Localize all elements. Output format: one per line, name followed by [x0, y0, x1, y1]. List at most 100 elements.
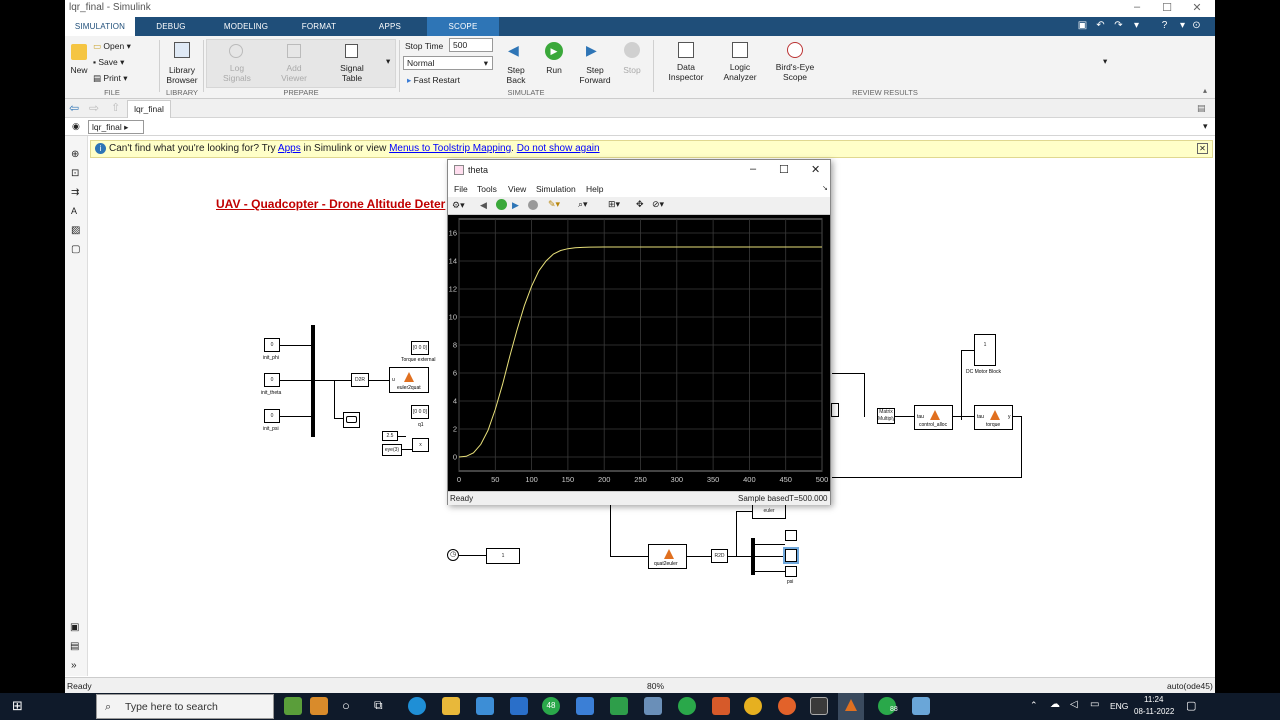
- solver-status[interactable]: auto(ode45): [1167, 678, 1213, 693]
- data-inspector-button[interactable]: Data Inspector: [665, 62, 707, 82]
- init-psi-block[interactable]: 0: [264, 409, 280, 423]
- model-tab[interactable]: lqr_final: [127, 100, 171, 118]
- store-icon[interactable]: [476, 697, 494, 715]
- library-browser-button[interactable]: Library Browser: [163, 65, 201, 85]
- stop-button[interactable]: Stop: [619, 65, 645, 75]
- back-arrow-icon[interactable]: ⇦: [69, 101, 79, 115]
- run-button[interactable]: Run: [540, 65, 568, 75]
- undo-icon[interactable]: ↶: [1093, 19, 1108, 33]
- chevron-down-icon[interactable]: ▾: [1203, 121, 1208, 132]
- scope-psi-block[interactable]: [785, 566, 797, 577]
- scope-phi-block[interactable]: [785, 530, 797, 541]
- clock-date[interactable]: 08-11-2022: [1134, 707, 1174, 716]
- language-indicator[interactable]: ENG: [1110, 701, 1128, 711]
- fast-restart-button[interactable]: ▸ Fast Restart: [407, 75, 460, 86]
- step-back-button[interactable]: Step Back: [497, 65, 535, 85]
- matlab-taskbar-button[interactable]: [838, 693, 864, 720]
- hide-bar-icon[interactable]: ▤: [1197, 103, 1206, 114]
- tab-apps[interactable]: APPS: [360, 17, 420, 36]
- breadcrumb[interactable]: lqr_final ▸: [88, 120, 144, 134]
- tab-simulation[interactable]: SIMULATION: [65, 17, 135, 36]
- edge-icon[interactable]: [408, 697, 426, 715]
- minimize-icon[interactable]: –: [1127, 1, 1147, 13]
- notifications-icon[interactable]: ▢: [1186, 699, 1196, 712]
- help-dropdown-icon[interactable]: ▾: [1175, 19, 1190, 33]
- dc-motor-block[interactable]: 1: [974, 334, 996, 366]
- zoom-icon[interactable]: ⌕▾: [578, 199, 588, 210]
- tab-scope[interactable]: SCOPE: [427, 17, 499, 36]
- step-forward-icon[interactable]: ▶: [512, 200, 519, 211]
- cloud-icon[interactable]: ☁: [1050, 699, 1060, 710]
- init-theta-block[interactable]: 0: [264, 373, 280, 387]
- app-icon[interactable]: [284, 697, 302, 715]
- camera-icon[interactable]: ▣: [70, 622, 79, 633]
- stop-icon[interactable]: [528, 200, 538, 210]
- menu-help[interactable]: Help: [586, 184, 603, 194]
- log-signals-button[interactable]: Log Signals: [217, 63, 257, 83]
- tab-debug[interactable]: DEBUG: [141, 17, 201, 36]
- chrome-icon[interactable]: [744, 697, 762, 715]
- logic-analyzer-button[interactable]: Logic Analyzer: [719, 62, 761, 82]
- scope-theta-block[interactable]: [785, 549, 797, 562]
- eye3-block[interactable]: eye(3): [382, 444, 402, 456]
- app-icon[interactable]: [712, 697, 730, 715]
- up-arrow-icon[interactable]: ⇧: [111, 101, 120, 114]
- constant-block[interactable]: 1: [486, 548, 520, 564]
- minimize-icon[interactable]: –: [750, 163, 756, 175]
- scope-plot[interactable]: 0 50 100 150 200 250 300 350 400 450 500 0 2 4 6 8 10 12…: [448, 215, 830, 491]
- birds-eye-scope-button[interactable]: Bird's-Eye Scope: [771, 62, 819, 82]
- save-button[interactable]: ▪ Save ▾: [93, 57, 124, 68]
- arrow-right-icon[interactable]: ⇉: [71, 187, 79, 198]
- redo-icon[interactable]: ↷: [1111, 19, 1126, 33]
- app-icon[interactable]: [912, 697, 930, 715]
- do-not-show-link[interactable]: Do not show again: [517, 143, 600, 154]
- tray-chevron-icon[interactable]: ⌃: [1030, 700, 1038, 711]
- zoom-icon[interactable]: ⊕: [71, 149, 79, 160]
- new-button[interactable]: New: [67, 65, 91, 75]
- app-icon[interactable]: [610, 697, 628, 715]
- firefox-icon[interactable]: [778, 697, 796, 715]
- euler2quat-block[interactable]: u euler2quat: [389, 367, 429, 393]
- product-block[interactable]: x: [412, 438, 429, 452]
- settings-icon[interactable]: ⊙: [1189, 19, 1204, 33]
- network-icon[interactable]: ▭: [1090, 699, 1099, 710]
- task-view-icon[interactable]: ⧉: [374, 698, 383, 713]
- menu-view[interactable]: View: [508, 184, 526, 194]
- app-icon[interactable]: [576, 697, 594, 715]
- step-forward-button[interactable]: Step Forward: [573, 65, 617, 85]
- menu-tools[interactable]: Tools: [477, 184, 497, 194]
- close-icon[interactable]: ✕: [811, 163, 820, 176]
- add-viewer-button[interactable]: Add Viewer: [274, 63, 314, 83]
- prepare-expand-icon[interactable]: ▾: [386, 56, 390, 67]
- measurements-icon[interactable]: ⊘▾: [652, 199, 664, 210]
- close-icon[interactable]: ✕: [1197, 143, 1208, 154]
- scope-block[interactable]: [343, 412, 360, 428]
- forward-arrow-icon[interactable]: ⇨: [89, 101, 99, 115]
- cortana-icon[interactable]: ○: [342, 698, 350, 713]
- maximize-icon[interactable]: ☐: [1157, 1, 1177, 14]
- open-button[interactable]: ▭ Open ▾: [93, 41, 131, 52]
- euler-block[interactable]: euler: [752, 504, 786, 519]
- dropdown-icon[interactable]: ▾: [1129, 19, 1144, 33]
- q1-block[interactable]: [0 0 0]: [411, 405, 429, 419]
- close-icon[interactable]: ✕: [1187, 1, 1207, 14]
- step-back-icon[interactable]: ◀: [480, 200, 487, 211]
- app-icon[interactable]: [678, 697, 696, 715]
- tab-modeling[interactable]: MODELING: [211, 17, 281, 36]
- model-browser-icon[interactable]: ◉: [72, 121, 80, 132]
- taskbar-search[interactable]: ⌕ Type here to search: [96, 694, 274, 719]
- torque-block[interactable]: tau y torque: [974, 405, 1013, 430]
- mux-block[interactable]: [311, 325, 315, 437]
- help-icon[interactable]: ?: [1157, 19, 1172, 33]
- menus-mapping-link[interactable]: Menus to Toolstrip Mapping: [389, 143, 511, 154]
- save-icon[interactable]: ▣: [1075, 19, 1090, 33]
- settings-icon[interactable]: ⚙▾: [452, 200, 465, 211]
- mail-icon[interactable]: [510, 697, 528, 715]
- clock-icon[interactable]: ◷: [447, 549, 459, 561]
- print-button[interactable]: ▤ Print ▾: [93, 73, 128, 84]
- windows-start-icon[interactable]: ⊞: [12, 699, 26, 713]
- mux-output-block[interactable]: [831, 403, 839, 417]
- app-icon[interactable]: [310, 697, 328, 715]
- highlight-icon[interactable]: ✎▾: [548, 199, 560, 210]
- apps-link[interactable]: Apps: [278, 143, 301, 154]
